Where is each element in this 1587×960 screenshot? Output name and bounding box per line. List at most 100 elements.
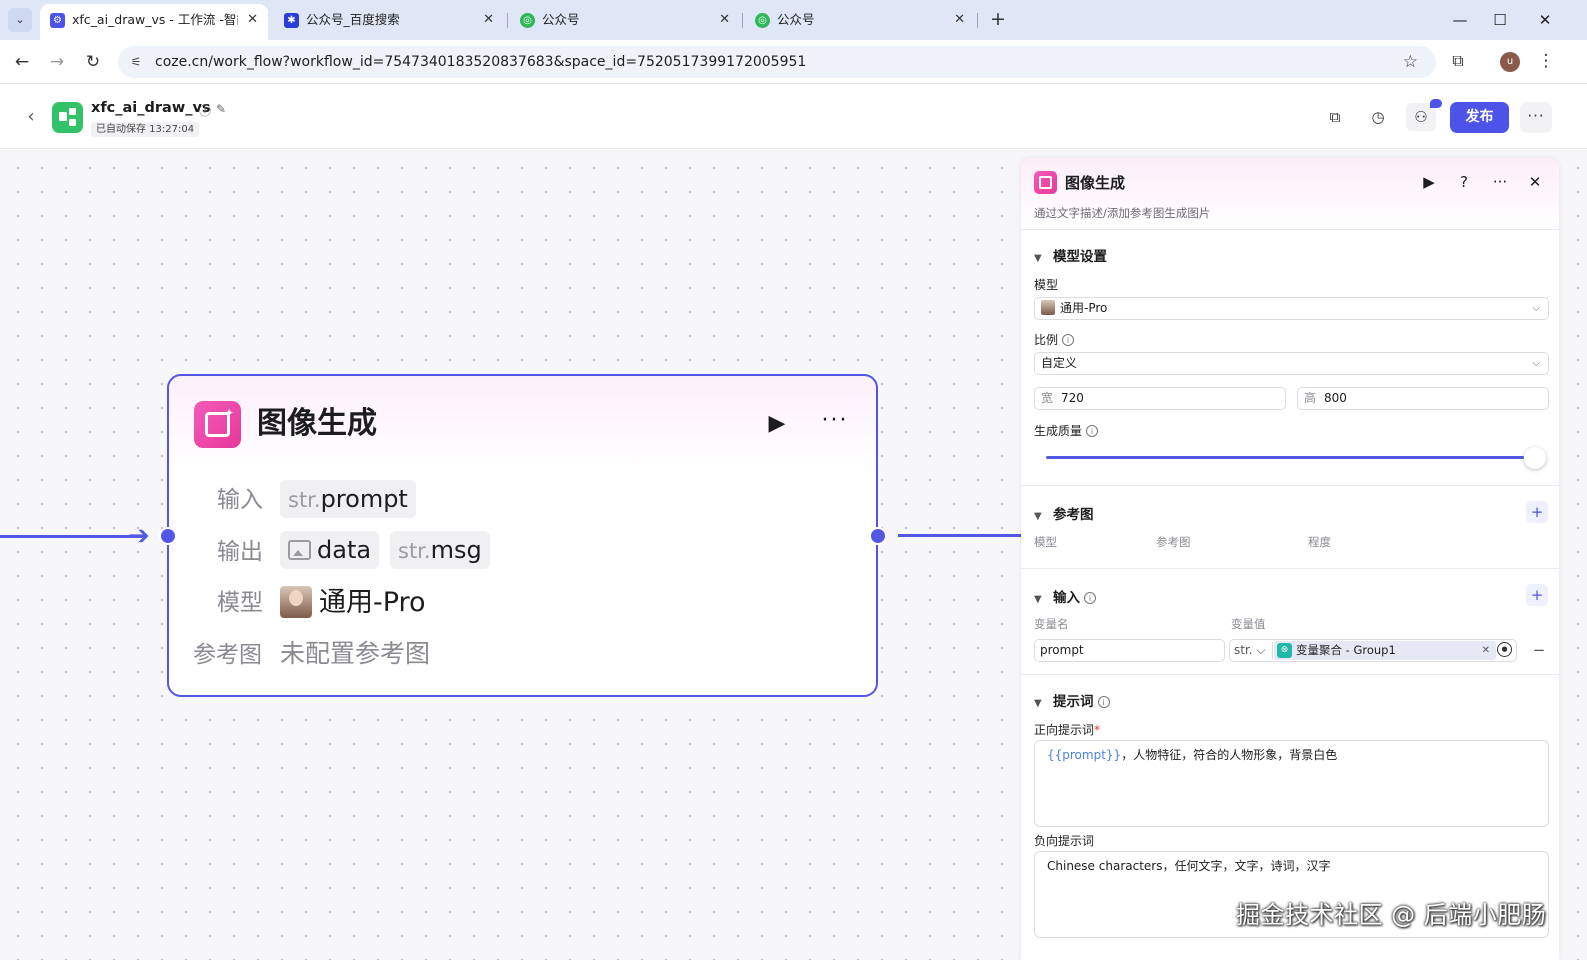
publish-button[interactable]: 发布	[1450, 102, 1509, 133]
close-icon[interactable]: ✕	[483, 4, 494, 36]
maximize-button[interactable]: ☐	[1485, 6, 1515, 34]
info-icon[interactable]: i	[1097, 696, 1110, 708]
tab-divider	[977, 13, 978, 28]
tab-wechat-mp-2[interactable]: ◎ 公众号 ✕	[745, 4, 975, 36]
wechat-mp-icon: ◎	[755, 13, 770, 28]
wechat-mp-icon: ◎	[520, 13, 535, 28]
negative-prompt-label: 负向提示词	[1034, 834, 1095, 848]
site-settings-icon[interactable]: ⚟	[128, 54, 144, 70]
variable-reference-tag[interactable]: ⊗ 变量聚合 - Group1 ✕	[1274, 641, 1496, 660]
tab-baidu-search[interactable]: ✱ 公众号_百度搜索 ✕	[274, 4, 504, 36]
run-node-play-icon[interactable]: ▶	[765, 412, 789, 436]
node-ref-value: 未配置参考图	[280, 639, 431, 668]
height-input[interactable]: 高 800	[1297, 387, 1549, 410]
close-icon[interactable]: ✕	[719, 4, 730, 36]
param-name: data	[317, 536, 372, 564]
back-icon[interactable]: ←	[9, 49, 35, 75]
variable-type-select[interactable]: str. ⌵	[1234, 640, 1266, 661]
outgoing-edge[interactable]	[898, 534, 1022, 537]
node-output-label: 输出	[217, 539, 263, 565]
autosave-status: 已自动保存 13:27:04	[91, 122, 200, 137]
node-model-value: 通用-Pro	[319, 587, 426, 618]
param-type: str.	[398, 539, 431, 563]
browser-tab-bar: ⌄ ⚙ xfc_ai_draw_vs - 工作流 -智能 ✕ ✱ 公众号_百度搜…	[0, 0, 1587, 40]
more-options-icon[interactable]: ···	[1488, 170, 1512, 194]
tab-search-dropdown-icon[interactable]: ⌄	[8, 8, 32, 32]
run-play-icon[interactable]: ▶	[1417, 170, 1441, 194]
node-more-icon[interactable]: ···	[815, 410, 855, 436]
quality-slider-handle[interactable]	[1524, 447, 1546, 469]
divider	[1021, 568, 1559, 569]
tab-title: 公众号	[542, 12, 580, 27]
extensions-puzzle-icon[interactable]: ⧉	[1447, 50, 1469, 72]
param-type: str.	[288, 488, 321, 512]
close-icon[interactable]: ✕	[247, 4, 258, 36]
ratio-select[interactable]: 自定义 ⌵	[1034, 352, 1549, 375]
more-options-icon[interactable]: ···	[1520, 102, 1552, 133]
add-reference-button[interactable]: +	[1526, 501, 1548, 523]
section-model-settings[interactable]: ▼ 模型设置	[1034, 245, 1107, 265]
section-input[interactable]: ▼ 输入 i	[1034, 586, 1096, 606]
section-prompt[interactable]: ▼ 提示词 i	[1034, 690, 1110, 710]
edit-icon[interactable]: ✎	[216, 102, 226, 116]
target-icon[interactable]: ●	[1497, 642, 1512, 657]
clear-icon[interactable]: ✕	[1482, 641, 1490, 660]
node-output-port[interactable]	[869, 527, 887, 545]
watermark-text: 掘金技术社区 @ 后端小肥肠	[1236, 901, 1547, 929]
reload-icon[interactable]: ↻	[80, 49, 106, 75]
bookmark-star-icon[interactable]: ☆	[1403, 46, 1418, 78]
column-header: 模型	[1034, 535, 1057, 549]
divider	[1021, 485, 1559, 486]
image-generate-icon	[1034, 171, 1057, 194]
info-icon[interactable]: i	[1084, 592, 1096, 604]
browser-menu-icon[interactable]: ⋮	[1536, 49, 1556, 73]
width-input[interactable]: 宽 720	[1034, 387, 1286, 410]
chevron-down-icon: ⌵	[1532, 358, 1540, 369]
image-icon	[288, 540, 311, 560]
workflow-header: ‹ xfc_ai_draw_vs ⓘ ✎ 已自动保存 13:27:04 ⧉ ◷ …	[0, 85, 1587, 149]
workflow-name: xfc_ai_draw_vs	[91, 100, 211, 116]
help-icon[interactable]: ?	[1452, 170, 1476, 194]
add-input-button[interactable]: +	[1526, 584, 1548, 606]
info-icon[interactable]: ⓘ	[199, 102, 211, 119]
back-chevron-icon[interactable]: ‹	[22, 105, 40, 129]
tab-divider	[742, 13, 743, 28]
node-input-label: 输入	[217, 487, 263, 513]
copy-icon[interactable]: ⧉	[1320, 103, 1350, 131]
positive-prompt-textarea[interactable]: {{prompt}}，人物特征，符合的人物形象，背景白色	[1034, 740, 1549, 827]
variable-name-input[interactable]: prompt	[1034, 639, 1225, 662]
image-generate-icon: ✦	[194, 401, 241, 448]
node-title: 图像生成	[257, 406, 377, 441]
history-clock-icon[interactable]: ◷	[1363, 103, 1393, 131]
param-name: msg	[430, 536, 482, 564]
model-select[interactable]: 通用-Pro ⌵	[1034, 297, 1549, 320]
forward-icon[interactable]: →	[44, 49, 70, 75]
info-icon[interactable]: i	[1062, 334, 1075, 346]
close-icon[interactable]: ✕	[954, 4, 965, 36]
node-config-panel: 图像生成 ▶ ? ··· ✕ 通过文字描述/添加参考图生成图片 ▼ 模型设置 模型…	[1021, 158, 1559, 960]
chevron-down-icon: ⌵	[1532, 303, 1540, 314]
node-input-port[interactable]	[159, 527, 177, 545]
variable-value-field[interactable]: str. ⌵ ⊗ 变量聚合 - Group1 ✕ ●	[1229, 639, 1517, 662]
section-reference-image[interactable]: ▼ 参考图	[1034, 503, 1094, 523]
url-text[interactable]: coze.cn/work_flow?workflow_id=7547340183…	[155, 46, 806, 78]
quality-slider-track[interactable]	[1046, 456, 1524, 459]
remove-input-button[interactable]: −	[1531, 639, 1547, 662]
model-thumbnail	[1041, 300, 1055, 315]
profile-avatar[interactable]: u	[1500, 52, 1520, 72]
minimize-button[interactable]: —	[1445, 6, 1475, 34]
chevron-down-icon: ▼	[1034, 698, 1042, 709]
incoming-edge[interactable]	[0, 535, 142, 538]
tab-title: xfc_ai_draw_vs - 工作流 -智能	[72, 12, 238, 27]
tab-wechat-mp-1[interactable]: ◎ 公众号 ✕	[510, 4, 740, 36]
collaborator-badge	[1430, 99, 1442, 108]
variable-group-icon: ⊗	[1277, 643, 1292, 658]
node-ref-label: 参考图	[193, 642, 262, 668]
image-generation-node[interactable]: ✦ 图像生成 ▶ ··· 输入 str.prompt 输出 data str.m…	[167, 374, 878, 697]
close-icon[interactable]: ✕	[1523, 170, 1547, 194]
info-icon[interactable]: i	[1086, 425, 1099, 437]
close-window-button[interactable]: ✕	[1530, 6, 1560, 34]
url-input[interactable]: ⚟ coze.cn/work_flow?workflow_id=75473401…	[118, 46, 1436, 78]
new-tab-button[interactable]: +	[985, 7, 1011, 33]
tab-coze-workflow[interactable]: ⚙ xfc_ai_draw_vs - 工作流 -智能 ✕	[40, 4, 268, 40]
